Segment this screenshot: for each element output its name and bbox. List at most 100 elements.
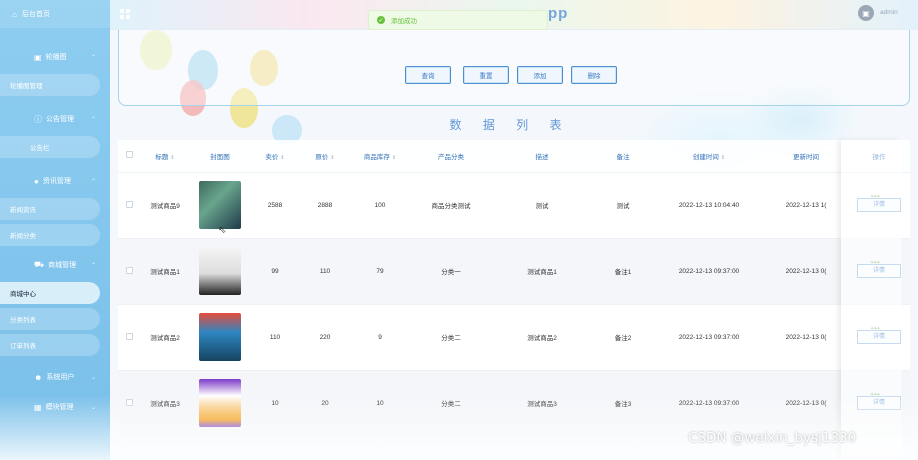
cell-desc: 测试商品3 [492,370,592,437]
cell-original-price: 220 [300,304,350,371]
cell-cover [190,238,250,305]
sort-icon[interactable]: ⇕ [170,155,174,161]
cell-desc: 测试商品2 [492,304,592,371]
menu-toggle-icon[interactable] [120,9,130,19]
mouse-cursor-icon: ⇖ [218,225,227,236]
cell-remark: 备注1 [592,238,654,305]
sidebar-group-news[interactable]: ● 资讯管理 ⌃ [0,166,110,196]
detail-button[interactable]: 详情 [857,257,901,278]
select-all-cell[interactable] [118,140,140,173]
cell-cover [190,370,250,437]
product-thumbnail [199,379,241,427]
sidebar-group-label: 商城管理 [48,262,77,269]
sidebar-group-shop[interactable]: ⛟ 商城管理 ⌃ [0,250,110,280]
sort-icon[interactable]: ⇕ [280,155,284,161]
username[interactable]: admin [880,9,898,16]
sidebar-item-order-list[interactable]: 订单列表 [0,334,100,356]
info-icon: ⓘ [34,114,42,124]
cell-price: 2588 [250,172,300,239]
sidebar-item-carousel-manage[interactable]: 轮播图管理 [0,74,100,96]
sidebar-item-label: 新闻分类 [10,233,36,240]
sidebar-group-modules[interactable]: ▦ 模块管理 ⌄ [0,392,110,422]
sidebar-group-label: 模块管理 [45,404,74,411]
sidebar-item-notice-board[interactable]: 公告栏 [0,136,100,158]
chevron-down-icon: ⌄ [91,374,97,381]
product-thumbnail [199,247,241,295]
row-checkbox[interactable] [125,200,133,208]
cell-price: 99 [250,238,300,305]
cell-category: 分类二 [410,370,492,437]
cell-category: 分类一 [410,238,492,305]
sidebar-item-label: 分类列表 [10,317,36,324]
detail-button[interactable]: 详情 [857,389,901,410]
chevron-up-icon: ⌃ [91,116,97,123]
sidebar-home[interactable]: ⌂ 后台首页 [0,0,110,28]
col-header-updated: 更新时间 [764,140,848,173]
sidebar-group-users[interactable]: ☻ 系统用户 ⌄ [0,362,110,392]
col-header-stock[interactable]: 商品库存 ⇕ [350,140,410,173]
col-header-created[interactable]: 创建时间 ⇕ [654,140,764,173]
watermark: CSDN @weixin_bysj1330 [688,430,857,446]
sort-icon[interactable]: ⇕ [721,155,725,161]
sidebar-item-news[interactable]: 新闻资讯 [0,198,100,220]
col-header-title[interactable]: 标题 ⇕ [140,140,190,173]
cell-category: 商品分类测试 [410,172,492,239]
sidebar-item-label: 轮播图管理 [10,83,43,90]
cell-updated: 2022-12-13 0( [764,370,848,437]
product-thumbnail [199,313,241,361]
cell-original-price: 2888 [300,172,350,239]
col-header-cover: 封面图 [190,140,250,173]
search-button[interactable]: 查询 [405,66,451,84]
sort-icon[interactable]: ⇕ [330,155,334,161]
cell-price: 10 [250,370,300,437]
sidebar-group-label: 资讯管理 [42,178,71,185]
table-row: 测试商品2 110 220 9 分类二 测试商品2 备注2 2022-12-13… [118,304,910,371]
sidebar-group-label: 系统用户 [46,374,75,381]
avatar[interactable]: ▣ [858,5,874,21]
detail-button[interactable]: 详情 [857,191,901,212]
delete-button[interactable]: 删除 [571,66,617,84]
image-icon: ▣ [34,52,42,62]
cell-category: 分类二 [410,304,492,371]
sidebar-group-notice[interactable]: ⓘ 公告管理 ⌃ [0,104,110,134]
cell-created: 2022-12-13 10:04:40 [654,172,764,239]
cell-stock: 10 [350,370,410,437]
col-header-original-price[interactable]: 原价 ⇕ [300,140,350,173]
toast-message: 添加成功 [391,18,417,25]
cell-title: 测试商品2 [140,304,190,371]
cart-icon: ⛟ [34,260,45,269]
col-header-desc: 描述 [492,140,592,173]
sidebar-item-category-list[interactable]: 分类列表 [0,308,100,330]
cell-original-price: 110 [300,238,350,305]
app-title: pp [548,5,569,22]
user-icon: ☻ [34,372,43,382]
table-row: 测试商品9 2588 2888 100 商品分类测试 测试 测试 2022-12… [118,172,910,239]
cell-stock: 9 [350,304,410,371]
reset-button[interactable]: 重置 [463,66,509,84]
cell-cover [190,304,250,371]
cell-updated: 2022-12-13 1( [764,172,848,239]
sidebar-group-carousel[interactable]: ▣ 轮播图 ⌃ [0,42,110,72]
product-thumbnail [199,181,241,229]
sidebar-item-label: 公告栏 [30,145,50,152]
cell-title: 测试商品1 [140,238,190,305]
col-header-price[interactable]: 卖价 ⇕ [250,140,300,173]
detail-button[interactable]: 详情 [857,323,901,344]
sidebar: ⌂ 后台首页 ▣ 轮播图 ⌃ 轮播图管理 ⓘ 公告管理 ⌃ 公告栏 ● 资讯管理… [0,0,110,460]
row-checkbox[interactable] [125,266,133,274]
cell-price: 110 [250,304,300,371]
select-all-checkbox[interactable] [125,151,133,159]
cell-original-price: 20 [300,370,350,437]
row-checkbox[interactable] [125,332,133,340]
sidebar-group-label: 轮播图 [45,54,67,61]
add-button[interactable]: 添加 [517,66,563,84]
sidebar-home-label: 后台首页 [21,11,50,18]
row-checkbox[interactable] [125,398,133,406]
cell-remark: 测试 [592,172,654,239]
table-row: 测试商品3 10 20 10 分类二 测试商品3 备注3 2022-12-13 … [118,370,910,437]
sidebar-item-news-category[interactable]: 新闻分类 [0,224,100,246]
sidebar-item-shop-center[interactable]: 商城中心 [0,282,100,304]
check-circle-icon: ✓ [377,16,385,24]
chevron-up-icon: ⌃ [91,54,97,61]
sort-icon[interactable]: ⇕ [392,155,396,161]
